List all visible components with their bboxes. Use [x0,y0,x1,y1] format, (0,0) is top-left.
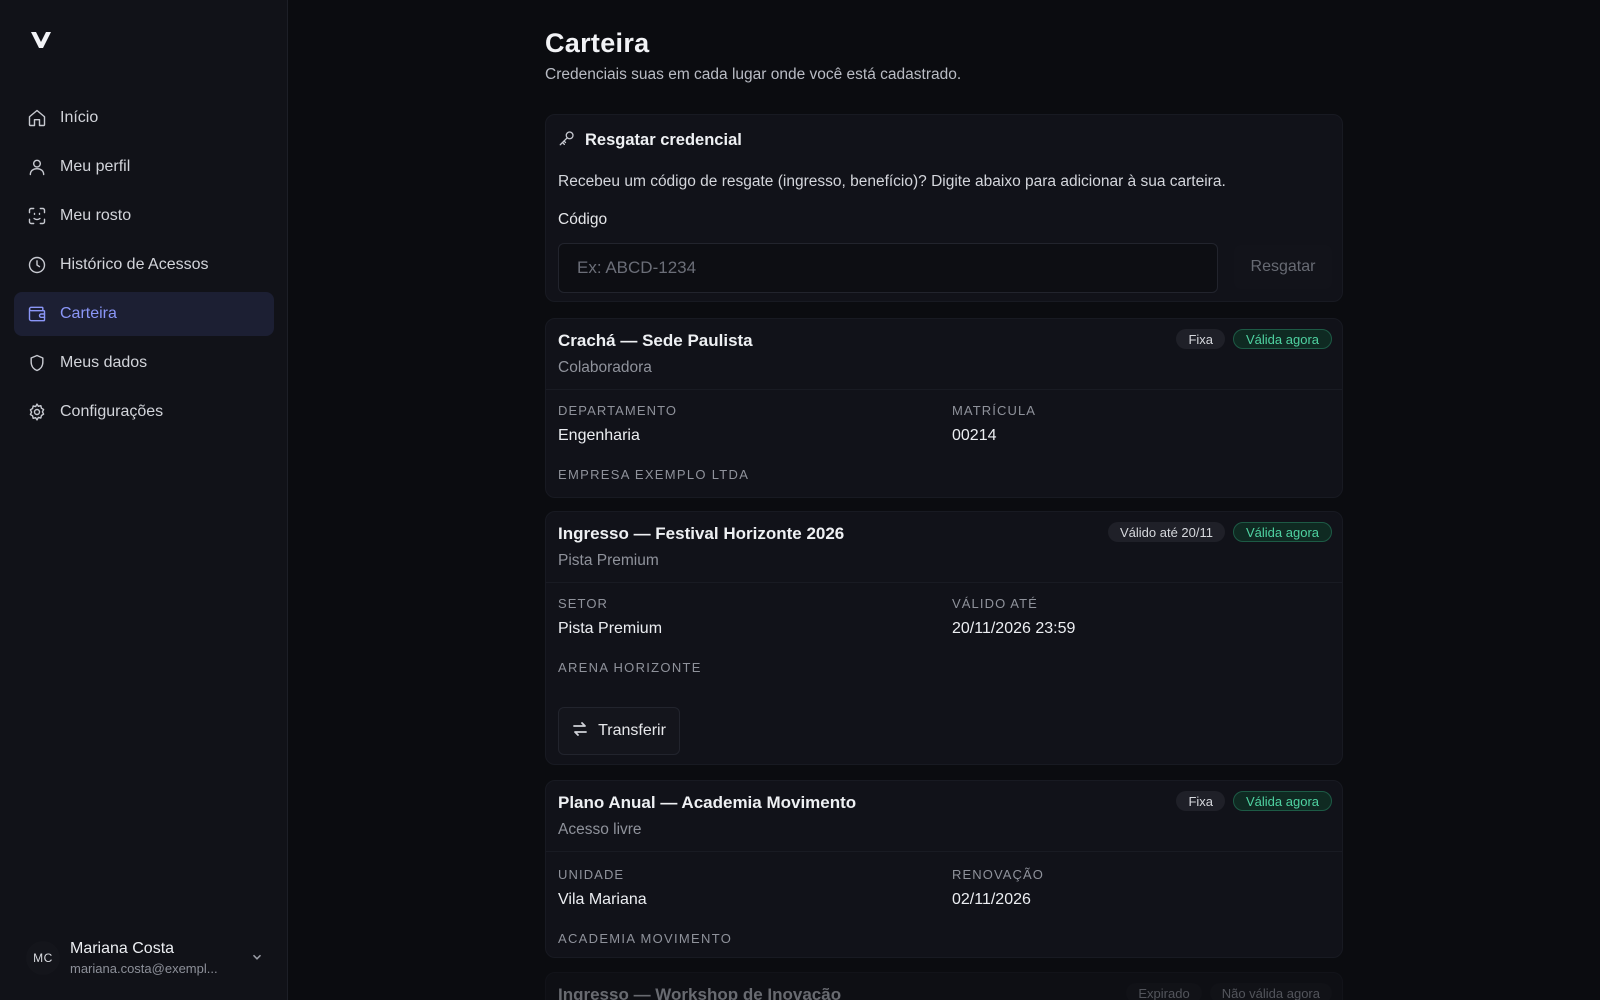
type-badge: Fixa [1176,791,1225,811]
credential-subtitle: Acesso livre [558,821,642,838]
credential-title: Ingresso — Festival Horizonte 2026 [558,524,845,543]
transfer-label: Transferir [598,722,666,739]
sidebar-item-configuracoes[interactable]: Configurações [14,390,274,434]
gear-icon [26,401,48,423]
credential-card[interactable]: Plano Anual — Academia Movimento Acesso … [545,780,1343,958]
credential-subtitle: Colaboradora [558,359,652,376]
code-input[interactable] [558,243,1218,293]
sidebar-item-meu-perfil[interactable]: Meu perfil [14,145,274,189]
credential-card[interactable]: Ingresso — Festival Horizonte 2026 Pista… [545,511,1343,765]
field-value: Vila Mariana [558,891,647,908]
credential-issuer: Academia Movimento [558,931,733,946]
field-label: Válido até [952,596,1038,611]
credential-badges: Fixa Válida agora [1176,329,1332,349]
sidebar-item-label: Carteira [60,305,117,322]
code-label: Código [558,211,608,228]
page-title: Carteira [545,28,650,58]
field-value: Pista Premium [558,620,663,637]
avatar: MC [26,941,60,975]
key-icon [558,129,585,152]
field-label: Unidade [558,867,625,882]
user-email: mariana.costa@exempl... [70,961,218,976]
sidebar-item-meu-rosto[interactable]: Meu rosto [14,194,274,238]
credential-card[interactable]: Crachá — Sede Paulista Colaboradora Fixa… [545,318,1343,498]
sidebar-item-meus-dados[interactable]: Meus dados [14,341,274,385]
redeem-button[interactable]: Resgatar [1234,245,1332,289]
sidebar-nav: Início Meu perfil Meu rosto Histórico de… [14,96,274,439]
field-label: Setor [558,596,609,611]
shield-icon [26,352,48,374]
type-badge: Fixa [1176,329,1225,349]
sidebar-item-label: Início [60,109,99,126]
credential-badges: Expirado Não válida agora [1126,983,1332,1000]
sidebar-item-label: Meus dados [60,354,148,371]
credential-title: Plano Anual — Academia Movimento [558,793,857,812]
redeem-description: Recebeu um código de resgate (ingresso, … [558,173,1226,190]
user-icon [26,156,48,178]
redeem-title: Resgatar credencial [585,131,742,149]
user-name: Mariana Costa [70,940,175,957]
chevron-down-icon[interactable] [250,950,266,966]
wallet-icon [26,303,48,325]
field-value: 00214 [952,427,997,444]
face-scan-icon [26,205,48,227]
app-logo[interactable] [30,30,52,50]
field-value: 02/11/2026 [952,891,1031,908]
credential-badges: Válido até 20/11 Válida agora [1108,522,1332,542]
type-badge: Válido até 20/11 [1108,522,1225,542]
sidebar-item-carteira[interactable]: Carteira [14,292,274,336]
home-icon [26,107,48,129]
redeem-card: Resgatar credencial Recebeu um código de… [545,114,1343,302]
sidebar-item-label: Meu perfil [60,158,131,175]
status-badge: Válida agora [1233,329,1332,349]
field-label: Matrícula [952,403,1037,418]
sidebar-item-label: Histórico de Acessos [60,256,209,273]
status-badge: Não válida agora [1209,983,1332,1000]
clock-icon [26,254,48,276]
divider [546,582,1342,583]
field-value: Engenharia [558,427,640,444]
transfer-icon [572,721,598,742]
credential-title: Ingresso — Workshop de Inovação [558,985,842,1000]
sidebar-item-historico[interactable]: Histórico de Acessos [14,243,274,287]
sidebar: Início Meu perfil Meu rosto Histórico de… [0,0,288,1000]
field-label: Renovação [952,867,1045,882]
credential-issuer: Empresa Exemplo LTDA [558,467,750,482]
transfer-button[interactable]: Transferir [558,707,680,755]
credential-card[interactable]: Ingresso — Workshop de Inovação Expirado… [545,972,1343,1000]
credential-title: Crachá — Sede Paulista [558,331,753,350]
status-badge: Válida agora [1233,791,1332,811]
page-subtitle: Credenciais suas em cada lugar onde você… [545,66,962,83]
field-value: 20/11/2026 23:59 [952,620,1076,637]
status-badge: Válida agora [1233,522,1332,542]
user-menu[interactable]: MC Mariana Costa mariana.costa@exempl... [26,936,266,980]
credential-issuer: Arena Horizonte [558,660,702,675]
sidebar-item-label: Configurações [60,403,164,420]
sidebar-item-inicio[interactable]: Início [14,96,274,140]
type-badge: Expirado [1126,983,1202,1000]
sidebar-item-label: Meu rosto [60,207,132,224]
field-label: Departamento [558,403,678,418]
divider [546,851,1342,852]
credential-badges: Fixa Válida agora [1176,791,1332,811]
divider [546,389,1342,390]
credential-subtitle: Pista Premium [558,552,659,569]
